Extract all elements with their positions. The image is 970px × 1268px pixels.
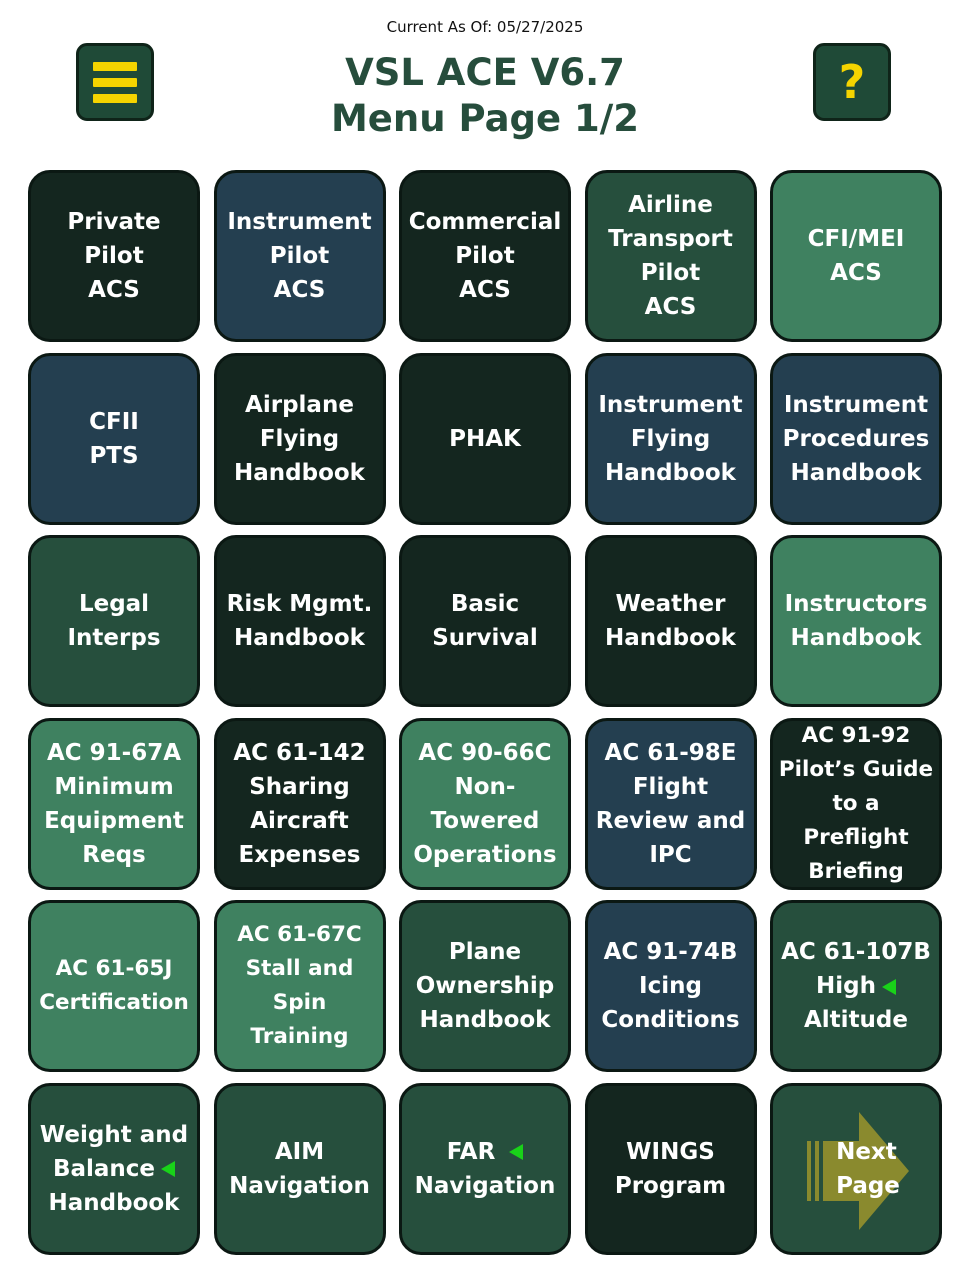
- app-version-title: VSL ACE V6.7: [345, 51, 625, 94]
- next-page-button[interactable]: Next Page: [770, 1082, 942, 1255]
- tile-ac-61-107b[interactable]: AC 61-107B High Altitude: [770, 900, 942, 1072]
- green-triangle-left-icon: [161, 1161, 176, 1177]
- tile-atp-acs[interactable]: Airline Transport Pilot ACS: [584, 170, 757, 342]
- tile-ac-61-65j[interactable]: AC 61-65J Certification: [28, 900, 200, 1072]
- help-button[interactable]: ?: [813, 43, 891, 121]
- tile-ac-91-74b[interactable]: AC 91-74B Icing Conditions: [584, 900, 757, 1072]
- tile-airplane-flying-handbook[interactable]: Airplane Flying Handbook: [213, 352, 386, 525]
- tile-legal-interps[interactable]: Legal Interps: [28, 535, 200, 707]
- tile-ac-90-66c[interactable]: AC 90-66C Non- Towered Operations: [399, 717, 571, 890]
- green-triangle-left-icon: [509, 1144, 524, 1160]
- tile-cfii-pts[interactable]: CFII PTS: [28, 352, 200, 525]
- menu-button[interactable]: [76, 43, 154, 121]
- green-triangle-left-icon: [881, 978, 896, 995]
- tile-cfi-mei-acs[interactable]: CFI/MEI ACS: [770, 170, 942, 342]
- current-as-of-date: Current As Of: 05/27/2025: [386, 18, 584, 36]
- tile-private-pilot-acs[interactable]: Private Pilot ACS: [28, 170, 200, 342]
- menu-grid: Private Pilot ACS Instrument Pilot ACS C…: [28, 170, 942, 1255]
- tile-phak[interactable]: PHAK: [399, 352, 571, 525]
- tile-aim-navigation[interactable]: AIM Navigation: [213, 1082, 386, 1255]
- tile-weather-handbook[interactable]: Weather Handbook: [584, 535, 757, 707]
- tile-risk-management-handbook[interactable]: Risk Mgmt. Handbook: [213, 535, 386, 707]
- tile-instructors-handbook[interactable]: Instructors Handbook: [770, 535, 942, 707]
- tile-instrument-procedures-handbook[interactable]: Instrument Procedures Handbook: [770, 352, 942, 525]
- tile-instrument-flying-handbook[interactable]: Instrument Flying Handbook: [584, 352, 757, 525]
- tile-plane-ownership-handbook[interactable]: Plane Ownership Handbook: [399, 900, 571, 1072]
- tile-weight-and-balance-handbook[interactable]: Weight and Balance Handbook: [28, 1082, 200, 1255]
- tile-far-navigation[interactable]: FAR Navigation: [399, 1082, 571, 1255]
- tile-ac-61-67c[interactable]: AC 61-67C Stall and Spin Training: [213, 900, 386, 1072]
- page-title: VSL ACE V6.7 Menu Page 1/2: [200, 50, 770, 142]
- tile-instrument-pilot-acs[interactable]: Instrument Pilot ACS: [213, 170, 386, 342]
- tile-basic-survival[interactable]: Basic Survival: [399, 535, 571, 707]
- menu-page-indicator: Menu Page 1/2: [330, 97, 640, 140]
- hamburger-menu-icon: [93, 61, 137, 103]
- tile-ac-91-67a[interactable]: AC 91-67A Minimum Equipment Reqs: [28, 717, 200, 890]
- tile-ac-61-98e[interactable]: AC 61-98E Flight Review and IPC: [584, 717, 757, 890]
- tile-commercial-pilot-acs[interactable]: Commercial Pilot ACS: [399, 170, 571, 342]
- tile-ac-61-142[interactable]: AC 61-142 Sharing Aircraft Expenses: [213, 717, 386, 890]
- tile-ac-91-92[interactable]: AC 91-92 Pilot’s Guide to a Preflight Br…: [770, 717, 942, 890]
- tile-wings-program[interactable]: WINGS Program: [584, 1082, 757, 1255]
- question-mark-icon: ?: [838, 55, 866, 109]
